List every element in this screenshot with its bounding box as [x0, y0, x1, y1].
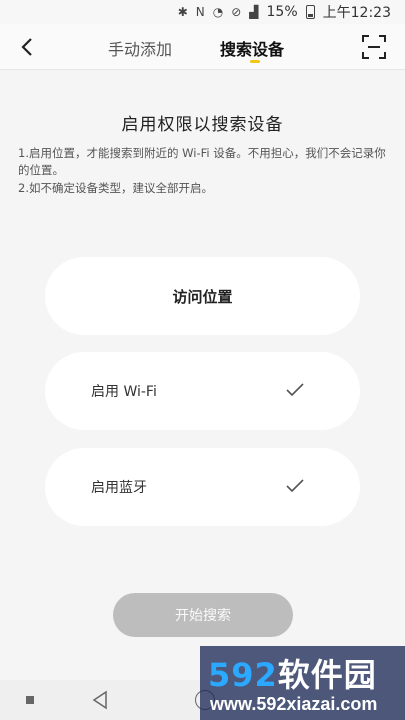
wifi-icon: ◔: [212, 5, 224, 19]
start-search-button[interactable]: 开始搜索: [113, 593, 293, 637]
location-permission-label: 访问位置: [172, 287, 233, 306]
check-icon: [286, 383, 304, 397]
battery-percent: 15%: [266, 4, 298, 20]
tab-search-devices[interactable]: 搜索设备: [220, 36, 284, 60]
nav-back-icon[interactable]: [90, 690, 110, 710]
watermark: 592软件园 www.592xiazai.com: [200, 646, 405, 720]
description-recommendation: 2.如不确定设备类型，建议全部开启。: [18, 181, 213, 195]
recents-icon[interactable]: [26, 696, 34, 704]
nfc-icon: N: [195, 5, 205, 19]
bluetooth-permission-card[interactable]: 启用蓝牙: [45, 448, 360, 526]
active-tab-indicator: [250, 60, 260, 63]
wifi-permission-label: 启用 Wi-Fi: [91, 384, 157, 400]
chevron-left-icon: [21, 38, 32, 56]
clock: 上午12:23: [322, 5, 391, 21]
status-bar: ✱ N ◔ ⊘ ▟ 15% 上午12:23: [0, 0, 405, 24]
check-icon: [286, 479, 304, 493]
back-button[interactable]: [12, 32, 42, 62]
location-permission-card[interactable]: 访问位置: [45, 257, 360, 335]
page-title: 启用权限以搜索设备: [121, 115, 284, 135]
bluetooth-permission-label: 启用蓝牙: [91, 480, 147, 496]
no-sim-icon: ⊘: [231, 5, 242, 19]
bluetooth-icon: ✱: [177, 5, 188, 19]
tab-manual-add[interactable]: 手动添加: [108, 36, 172, 60]
battery-icon: [305, 5, 315, 19]
scan-button[interactable]: [361, 34, 387, 60]
header: 手动添加 搜索设备: [0, 24, 405, 70]
watermark-url: www.592xiazai.com: [210, 694, 378, 714]
description-location: 1.启用位置，才能搜索到附近的 Wi-Fi 设备。不用担心，我们不会记录你的位置…: [18, 146, 386, 177]
watermark-logo: 592软件园: [208, 656, 377, 694]
wifi-permission-card[interactable]: 启用 Wi-Fi: [45, 352, 360, 430]
signal-icon: ▟: [249, 5, 259, 19]
scan-icon: [362, 35, 386, 59]
